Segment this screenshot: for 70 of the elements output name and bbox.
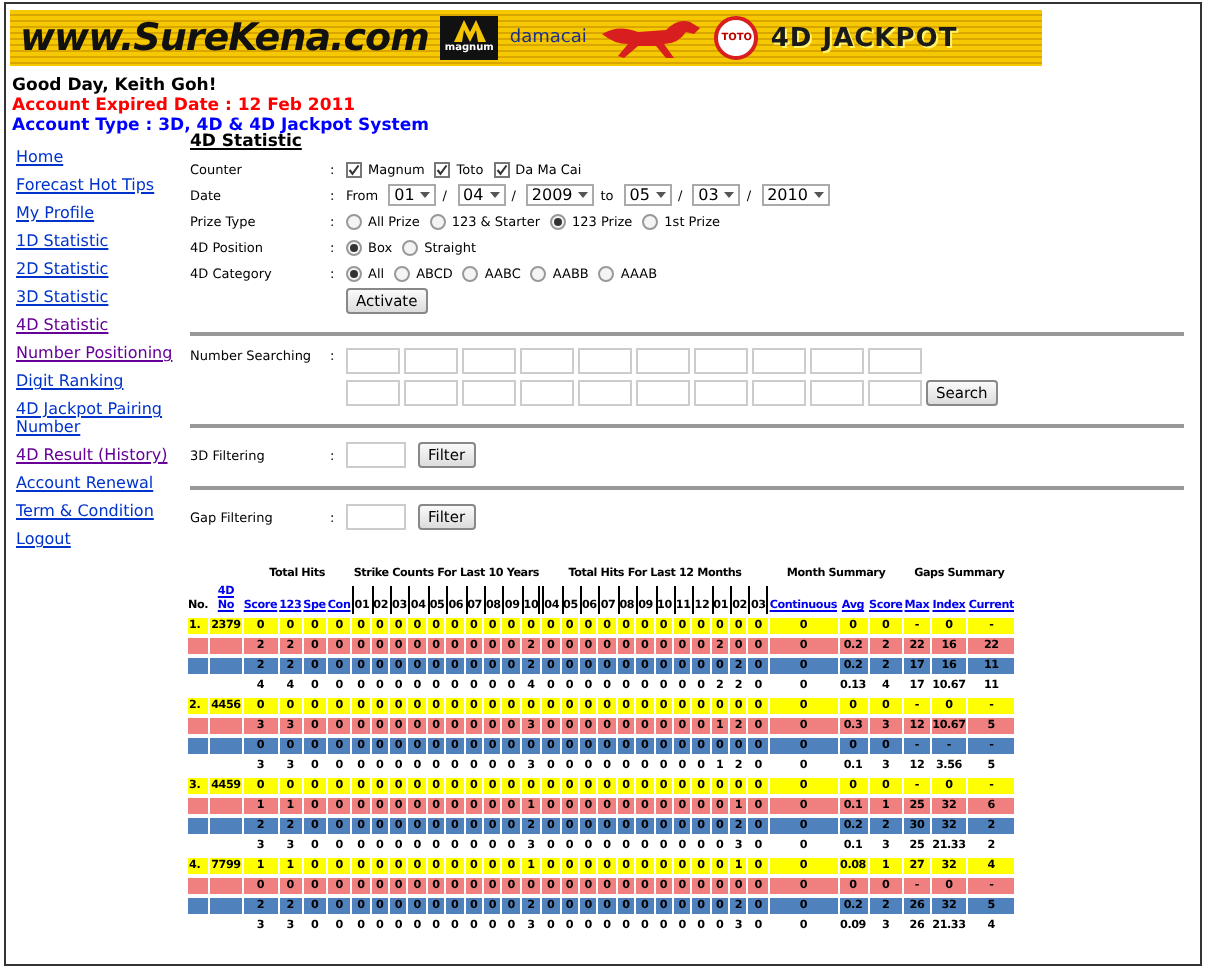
caret-icon [420, 192, 431, 198]
filter-field[interactable] [346, 442, 406, 468]
number-field[interactable] [462, 380, 516, 406]
sidebar-link[interactable]: 1D Statistic [16, 232, 186, 250]
checkbox[interactable] [493, 161, 510, 177]
sidebar-link[interactable]: 3D Statistic [16, 288, 186, 306]
number-field[interactable] [636, 348, 690, 374]
caret-icon [578, 192, 589, 198]
radio-button[interactable] [550, 213, 566, 229]
select-field[interactable]: 2010 [761, 184, 830, 206]
caret-icon [813, 192, 824, 198]
number-field[interactable] [752, 348, 806, 374]
number-field[interactable] [520, 348, 574, 374]
number-field[interactable] [868, 348, 922, 374]
number-field[interactable] [404, 380, 458, 406]
number-field[interactable] [694, 348, 748, 374]
radio-button[interactable] [642, 213, 659, 229]
expiry-text: Account Expired Date : 12 Feb 2011 [12, 96, 358, 116]
select-field[interactable]: 05 [623, 184, 672, 206]
select-field[interactable]: 04 [457, 184, 506, 206]
number-field[interactable] [752, 380, 806, 406]
horse-icon [598, 16, 703, 60]
number-field[interactable] [462, 348, 516, 374]
checkbox[interactable] [434, 161, 451, 177]
sidebar-link[interactable]: Term & Condition [16, 502, 186, 520]
site-logo: www.SureKena.com [20, 16, 429, 60]
number-field[interactable] [810, 348, 864, 374]
number-field[interactable] [578, 380, 632, 406]
number-field[interactable] [694, 380, 748, 406]
radio-button[interactable] [429, 213, 446, 229]
sidebar-link[interactable]: Digit Ranking [16, 372, 186, 390]
sidebar-link[interactable]: Account Renewal [16, 474, 186, 492]
radio-button[interactable] [402, 239, 419, 255]
sidebar-link[interactable]: Number Positioning [16, 344, 186, 362]
caret-icon [489, 192, 500, 198]
account-type-text: Account Type : 3D, 4D & 4D Jackpot System [12, 116, 431, 136]
radio-button[interactable] [462, 265, 479, 281]
radio-button[interactable] [346, 239, 362, 255]
radio-button[interactable] [346, 213, 362, 229]
number-field[interactable] [404, 348, 458, 374]
radio-button[interactable] [530, 265, 547, 281]
filter-field[interactable] [346, 504, 406, 530]
caret-icon [724, 192, 735, 198]
radio-button[interactable] [346, 265, 362, 281]
number-field[interactable] [346, 380, 400, 406]
sidebar-link[interactable]: My Profile [16, 204, 186, 222]
sidebar-link[interactable]: 4D Statistic [16, 316, 186, 334]
select-field[interactable]: 03 [692, 184, 741, 206]
sidebar-link[interactable]: Logout [16, 530, 186, 548]
caret-icon [655, 192, 666, 198]
number-field[interactable] [578, 348, 632, 374]
number-field[interactable] [520, 380, 574, 406]
section-title: 4D Statistic [190, 132, 302, 152]
sidebar-link[interactable]: 4D Result (History) [16, 446, 186, 464]
select-field[interactable]: 2009 [525, 184, 595, 206]
number-field[interactable] [346, 348, 400, 374]
sidebar-link[interactable]: Home [16, 148, 186, 166]
number-field[interactable] [636, 380, 690, 406]
logo: 4D JACKPOT [770, 23, 958, 53]
number-field[interactable] [810, 380, 864, 406]
logo: damacai [509, 28, 587, 48]
sidebar-link[interactable]: Forecast Hot Tips [16, 176, 186, 194]
sidebar-link[interactable]: 4D Jackpot Pairing Number [16, 400, 186, 436]
sidebar-link[interactable]: 2D Statistic [16, 260, 186, 278]
greeting-text: Good Day, Keith Goh! [12, 76, 219, 96]
number-field[interactable] [868, 380, 922, 406]
radio-button[interactable] [598, 265, 615, 281]
radio-button[interactable] [394, 265, 411, 281]
checkbox[interactable] [346, 161, 362, 177]
select-field[interactable]: 01 [388, 184, 437, 206]
